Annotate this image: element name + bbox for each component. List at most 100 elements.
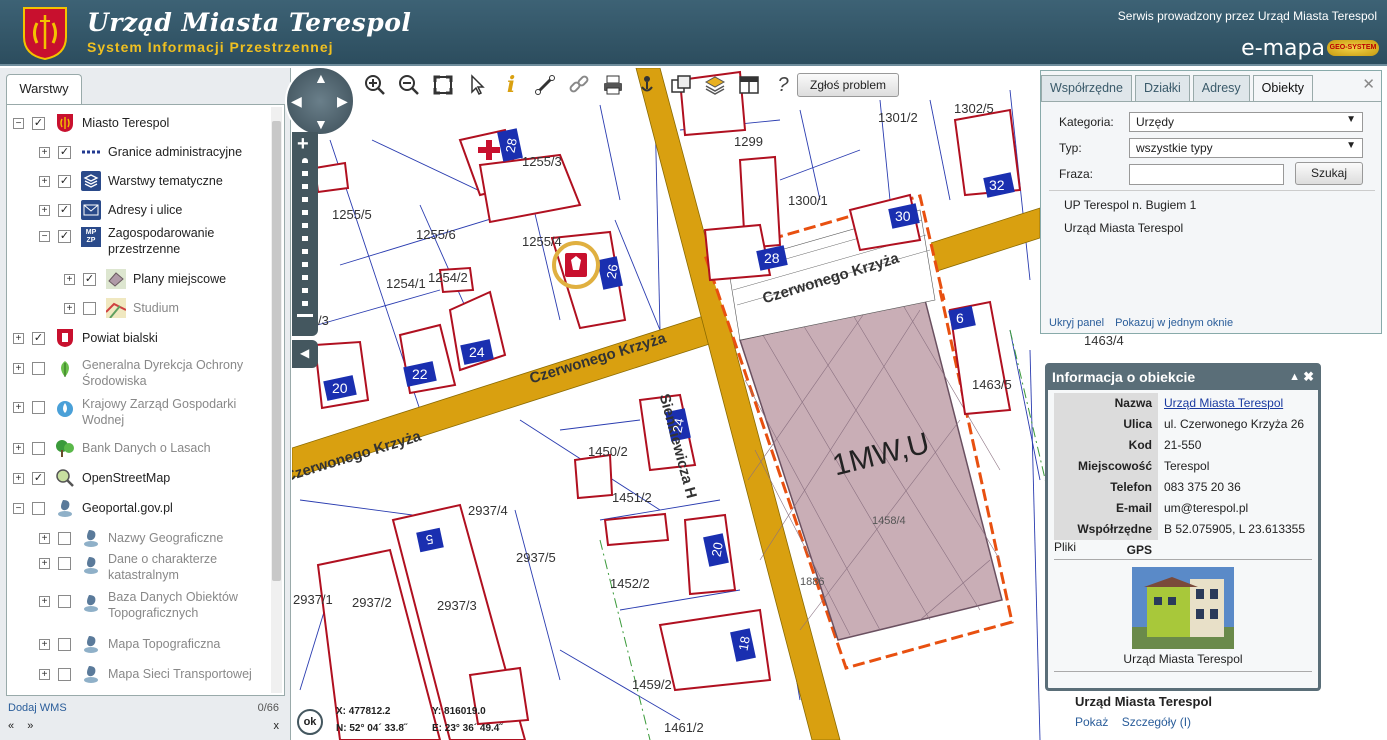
layer-row[interactable]: + ✓ Powiat bialski: [13, 328, 158, 348]
layer-row[interactable]: + ✓ OpenStreetMap: [13, 468, 170, 488]
layer-checkbox[interactable]: ✓: [58, 174, 71, 188]
layer-checkbox[interactable]: ✓: [32, 471, 45, 485]
layer-checkbox[interactable]: [58, 637, 71, 651]
pan-up-icon[interactable]: ▲: [314, 70, 328, 86]
layer-checkbox[interactable]: ✓: [58, 145, 71, 159]
print-icon[interactable]: [598, 72, 628, 98]
expand-toggle[interactable]: +: [39, 558, 50, 569]
pan-right-icon[interactable]: ▶: [337, 93, 348, 110]
layer-row[interactable]: + Baza Danych Obiektów Topograficznych: [39, 589, 238, 621]
layer-row[interactable]: + Krajowy Zarząd Gospodarki Wodnej: [13, 396, 236, 428]
zoom-slider[interactable]: +: [292, 132, 318, 336]
expand-toggle[interactable]: +: [13, 472, 24, 484]
layer-row[interactable]: + Mapa Topograficzna: [39, 634, 220, 654]
chevron-left-icon[interactable]: ◀: [300, 346, 309, 360]
close-panel-icon[interactable]: ✕: [1362, 75, 1375, 93]
layer-checkbox[interactable]: [32, 362, 45, 375]
expand-toggle[interactable]: +: [64, 273, 75, 285]
show-link[interactable]: Pokaż: [1075, 715, 1108, 729]
add-wms-link[interactable]: Dodaj WMS: [8, 702, 67, 714]
building-photo[interactable]: [1132, 567, 1234, 649]
type-select[interactable]: wszystkie typy ▼: [1129, 138, 1363, 158]
zoom-in-icon[interactable]: +: [297, 134, 309, 154]
sidebar-scrollbar[interactable]: [271, 107, 282, 693]
collapse-toggle[interactable]: −: [13, 117, 24, 129]
route-pin-icon[interactable]: [632, 72, 662, 98]
zoom-levels[interactable]: [302, 158, 308, 308]
minimize-icon[interactable]: ▲: [1289, 366, 1300, 388]
layer-checkbox[interactable]: [58, 557, 71, 570]
collapse-right-button[interactable]: »: [27, 720, 33, 732]
layer-checkbox[interactable]: [32, 441, 45, 455]
layer-row[interactable]: + Mapa Sieci Transportowej: [39, 664, 252, 684]
layer-checkbox[interactable]: ✓: [83, 272, 96, 286]
layer-checkbox[interactable]: ✓: [58, 230, 71, 243]
tab-addresses[interactable]: Adresy: [1192, 75, 1250, 101]
expand-toggle[interactable]: +: [39, 204, 50, 216]
collapse-sidebar-button[interactable]: ◀: [292, 340, 318, 368]
expand-toggle[interactable]: +: [39, 146, 50, 158]
layer-row[interactable]: + ✓ Warstwy tematyczne: [39, 171, 223, 191]
hide-panel-link[interactable]: Ukryj panel: [1049, 317, 1104, 329]
close-icon[interactable]: ✖: [1303, 366, 1314, 388]
info-name-link[interactable]: Urząd Miasta Terespol: [1158, 393, 1283, 414]
expand-toggle[interactable]: +: [13, 332, 24, 344]
expand-toggle[interactable]: +: [64, 302, 75, 314]
zoom-in-tool-icon[interactable]: [360, 72, 390, 98]
measure-icon[interactable]: [530, 72, 560, 98]
layer-row[interactable]: + Nazwy Geograficzne: [39, 528, 223, 548]
result-item[interactable]: Urząd Miasta Terespol: [1064, 221, 1183, 235]
expand-toggle[interactable]: +: [13, 442, 24, 454]
layer-row[interactable]: + Dane o charakterze katastralnym: [39, 551, 217, 583]
layer-row[interactable]: + ✓ Adresy i ulice: [39, 200, 182, 220]
tab-layers[interactable]: Warstwy: [6, 74, 82, 104]
layer-row[interactable]: − ✓ Miasto Terespol: [13, 113, 169, 133]
layer-checkbox[interactable]: [83, 301, 96, 315]
layer-row[interactable]: + ✓ Plany miejscowe: [64, 269, 226, 289]
geosystem-badge[interactable]: GEO-SYSTEM: [1327, 40, 1379, 56]
pan-down-icon[interactable]: ▼: [314, 116, 328, 132]
report-problem-button[interactable]: Zgłoś problem: [797, 73, 899, 97]
emapa-logo[interactable]: e-mapa: [1241, 36, 1325, 61]
ok-button[interactable]: ok: [297, 709, 323, 735]
layer-checkbox[interactable]: [32, 501, 45, 515]
layer-checkbox[interactable]: [58, 595, 71, 608]
layout-icon[interactable]: [734, 72, 764, 98]
collapse-left-button[interactable]: «: [8, 720, 14, 732]
expand-toggle[interactable]: +: [39, 175, 50, 187]
sidebar-close-button[interactable]: x: [274, 720, 280, 732]
tab-objects[interactable]: Obiekty: [1252, 75, 1314, 101]
layer-row[interactable]: + Studium: [64, 298, 179, 318]
layer-checkbox[interactable]: [32, 401, 45, 414]
layer-checkbox[interactable]: [58, 667, 71, 681]
tab-coordinates[interactable]: Współrzędne: [1041, 75, 1132, 101]
category-select[interactable]: Urzędy ▼: [1129, 112, 1363, 132]
full-extent-icon[interactable]: [428, 72, 458, 98]
pan-left-icon[interactable]: ◀: [291, 93, 302, 110]
result-item[interactable]: UP Terespol n. Bugiem 1: [1064, 198, 1196, 212]
phrase-input[interactable]: [1129, 164, 1284, 185]
collapse-toggle[interactable]: −: [39, 231, 50, 242]
layer-checkbox[interactable]: ✓: [58, 203, 71, 217]
pointer-icon[interactable]: [462, 72, 492, 98]
scroll-thumb[interactable]: [272, 121, 281, 581]
expand-toggle[interactable]: +: [39, 668, 50, 680]
expand-toggle[interactable]: +: [13, 363, 24, 374]
collapse-toggle[interactable]: −: [13, 502, 24, 514]
search-button[interactable]: Szukaj: [1295, 162, 1363, 185]
tab-parcels[interactable]: Działki: [1134, 75, 1190, 101]
zoom-out-tool-icon[interactable]: [394, 72, 424, 98]
layer-row[interactable]: − Geoportal.gov.pl: [13, 498, 173, 518]
layer-row[interactable]: + Generalna Dyrekcja Ochrony Środowiska: [13, 357, 243, 389]
layer-row[interactable]: + Bank Danych o Lasach: [13, 438, 211, 458]
details-link[interactable]: Szczegóły (I): [1122, 715, 1191, 729]
layers-icon[interactable]: [700, 72, 730, 98]
info-icon[interactable]: i: [496, 72, 526, 98]
expand-toggle[interactable]: +: [39, 638, 50, 650]
expand-toggle[interactable]: +: [13, 402, 24, 413]
single-window-link[interactable]: Pokazuj w jednym oknie: [1115, 317, 1233, 329]
zoom-out-icon[interactable]: [297, 314, 313, 317]
layer-row[interactable]: + ✓ Granice administracyjne: [39, 142, 242, 162]
compare-icon[interactable]: [666, 72, 696, 98]
layer-row[interactable]: − ✓ MP ZP Zagospodarowanie przestrzenne: [39, 225, 214, 257]
